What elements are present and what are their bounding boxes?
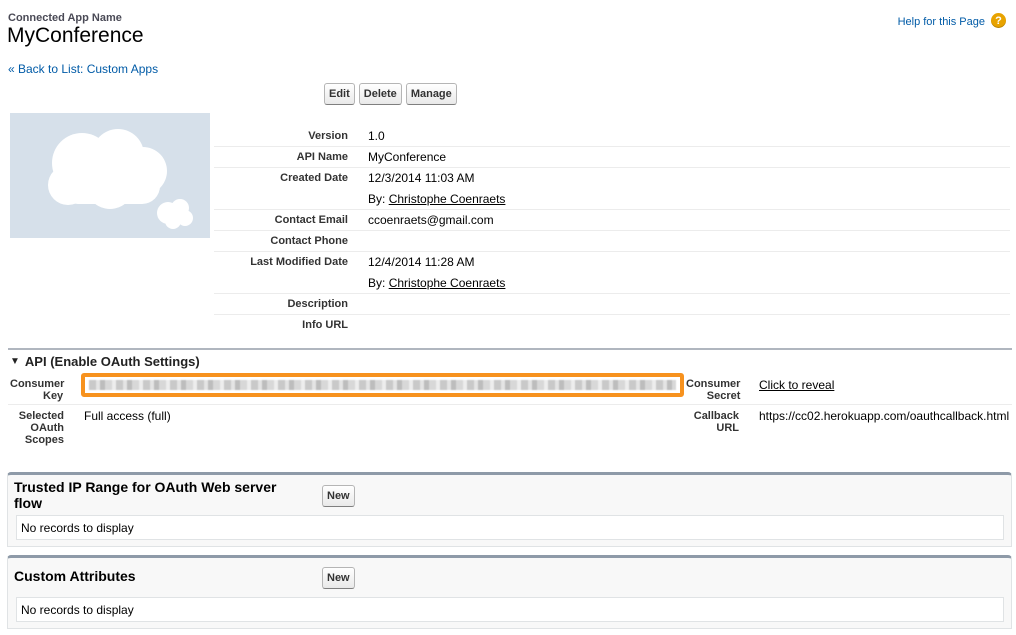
info-url-label: Info URL bbox=[302, 319, 348, 331]
app-logo bbox=[10, 113, 210, 238]
back-to-list-link[interactable]: « Back to List: Custom Apps bbox=[8, 62, 158, 76]
consumer-key-value-highlight bbox=[81, 373, 684, 397]
consumer-key-label-line2: Key bbox=[43, 390, 64, 402]
oauth-scopes-label-line2: OAuth bbox=[30, 422, 64, 434]
created-by-user-link[interactable]: Christophe Coenraets bbox=[389, 192, 506, 206]
trusted-ip-range-panel: Trusted IP Range for OAuth Web server fl… bbox=[7, 472, 1012, 547]
oauth-scopes-value: Full access (full) bbox=[84, 409, 171, 423]
detail-row-modified-by: By: Christophe Coenraets bbox=[214, 273, 1010, 294]
question-icon[interactable]: ? bbox=[991, 13, 1006, 28]
page-eyebrow: Connected App Name bbox=[8, 12, 122, 24]
trusted-ip-range-title: Trusted IP Range for OAuth Web server fl… bbox=[14, 479, 276, 511]
detail-table: Version 1.0 API Name MyConference Create… bbox=[214, 126, 1010, 336]
created-date-label: Created Date bbox=[280, 172, 348, 184]
version-value: 1.0 bbox=[368, 129, 385, 143]
callback-url-label-line1: Callback bbox=[693, 410, 739, 422]
trusted-ip-new-button[interactable]: New bbox=[322, 485, 355, 507]
detail-row-info-url: Info URL bbox=[214, 315, 1010, 336]
created-by: By: Christophe Coenraets bbox=[368, 192, 505, 206]
oauth-scopes-label: Selected OAuth Scopes bbox=[16, 410, 64, 446]
last-modified-value: 12/4/2014 11:28 AM bbox=[368, 255, 475, 269]
cloud-logo-icon bbox=[48, 129, 193, 229]
description-label: Description bbox=[287, 298, 348, 310]
detail-row-last-modified: Last Modified Date 12/4/2014 11:28 AM bbox=[214, 252, 1010, 273]
page-title: MyConference bbox=[7, 24, 144, 47]
api-section-header[interactable]: ▼ API (Enable OAuth Settings) bbox=[10, 354, 200, 369]
detail-row-contact-email: Contact Email ccoenraets@gmail.com bbox=[214, 210, 1010, 231]
modified-by-user-link[interactable]: Christophe Coenraets bbox=[389, 276, 506, 290]
modified-by: By: Christophe Coenraets bbox=[368, 276, 505, 290]
detail-row-api-name: API Name MyConference bbox=[214, 147, 1010, 168]
manage-button[interactable]: Manage bbox=[405, 83, 457, 105]
trusted-ip-empty-message: No records to display bbox=[16, 515, 1004, 540]
contact-email-value: ccoenraets@gmail.com bbox=[368, 213, 494, 227]
detail-row-contact-phone: Contact Phone bbox=[214, 231, 1010, 252]
contact-phone-label: Contact Phone bbox=[270, 235, 348, 247]
detail-row-created-date: Created Date 12/3/2014 11:03 AM bbox=[214, 168, 1010, 189]
edit-button[interactable]: Edit bbox=[324, 83, 355, 105]
version-label: Version bbox=[308, 130, 348, 142]
trusted-ip-range-title-line2: flow bbox=[14, 495, 42, 511]
oauth-scopes-label-line1: Selected bbox=[18, 410, 64, 422]
created-by-prefix: By: bbox=[368, 192, 386, 206]
last-modified-label: Last Modified Date bbox=[250, 256, 348, 268]
collapse-triangle-icon[interactable]: ▼ bbox=[10, 356, 20, 367]
help-area: Help for this Page ? bbox=[898, 13, 1006, 28]
delete-button[interactable]: Delete bbox=[358, 83, 402, 105]
api-name-label: API Name bbox=[296, 151, 348, 163]
api-section-divider bbox=[8, 348, 1012, 350]
callback-url-label-line2: URL bbox=[716, 422, 739, 434]
api-row-separator bbox=[8, 404, 1012, 405]
consumer-key-label: Consumer Key bbox=[10, 378, 64, 402]
consumer-key-obscured bbox=[89, 380, 676, 390]
api-name-value: MyConference bbox=[368, 150, 447, 164]
help-link[interactable]: Help for this Page bbox=[898, 16, 985, 28]
detail-row-description: Description bbox=[214, 294, 1010, 315]
callback-url-label: Callback URL bbox=[686, 410, 739, 434]
callback-url-value: https://cc02.herokuapp.com/oauthcallback… bbox=[759, 409, 1010, 423]
detail-row-created-by: By: Christophe Coenraets bbox=[214, 189, 1010, 210]
oauth-scopes-label-line3: Scopes bbox=[24, 434, 64, 446]
custom-attributes-new-button[interactable]: New bbox=[322, 567, 355, 589]
created-date-value: 12/3/2014 11:03 AM bbox=[368, 171, 475, 185]
custom-attributes-empty-message: No records to display bbox=[16, 597, 1004, 622]
custom-attributes-panel: Custom Attributes New No records to disp… bbox=[7, 555, 1012, 629]
modified-by-prefix: By: bbox=[368, 276, 386, 290]
consumer-secret-label-line1: Consumer bbox=[686, 378, 741, 390]
detail-button-bar: Edit Delete Manage bbox=[324, 83, 457, 105]
consumer-secret-label-line2: Secret bbox=[706, 390, 741, 402]
api-section-title: API (Enable OAuth Settings) bbox=[24, 354, 200, 369]
trusted-ip-range-title-line1: Trusted IP Range for OAuth Web server bbox=[14, 479, 277, 495]
consumer-key-label-line1: Consumer bbox=[10, 378, 65, 390]
contact-email-label: Contact Email bbox=[274, 214, 348, 226]
detail-row-version: Version 1.0 bbox=[214, 126, 1010, 147]
click-to-reveal-link[interactable]: Click to reveal bbox=[759, 378, 834, 392]
consumer-secret-label: Consumer Secret bbox=[686, 378, 740, 402]
custom-attributes-title: Custom Attributes bbox=[14, 568, 136, 584]
